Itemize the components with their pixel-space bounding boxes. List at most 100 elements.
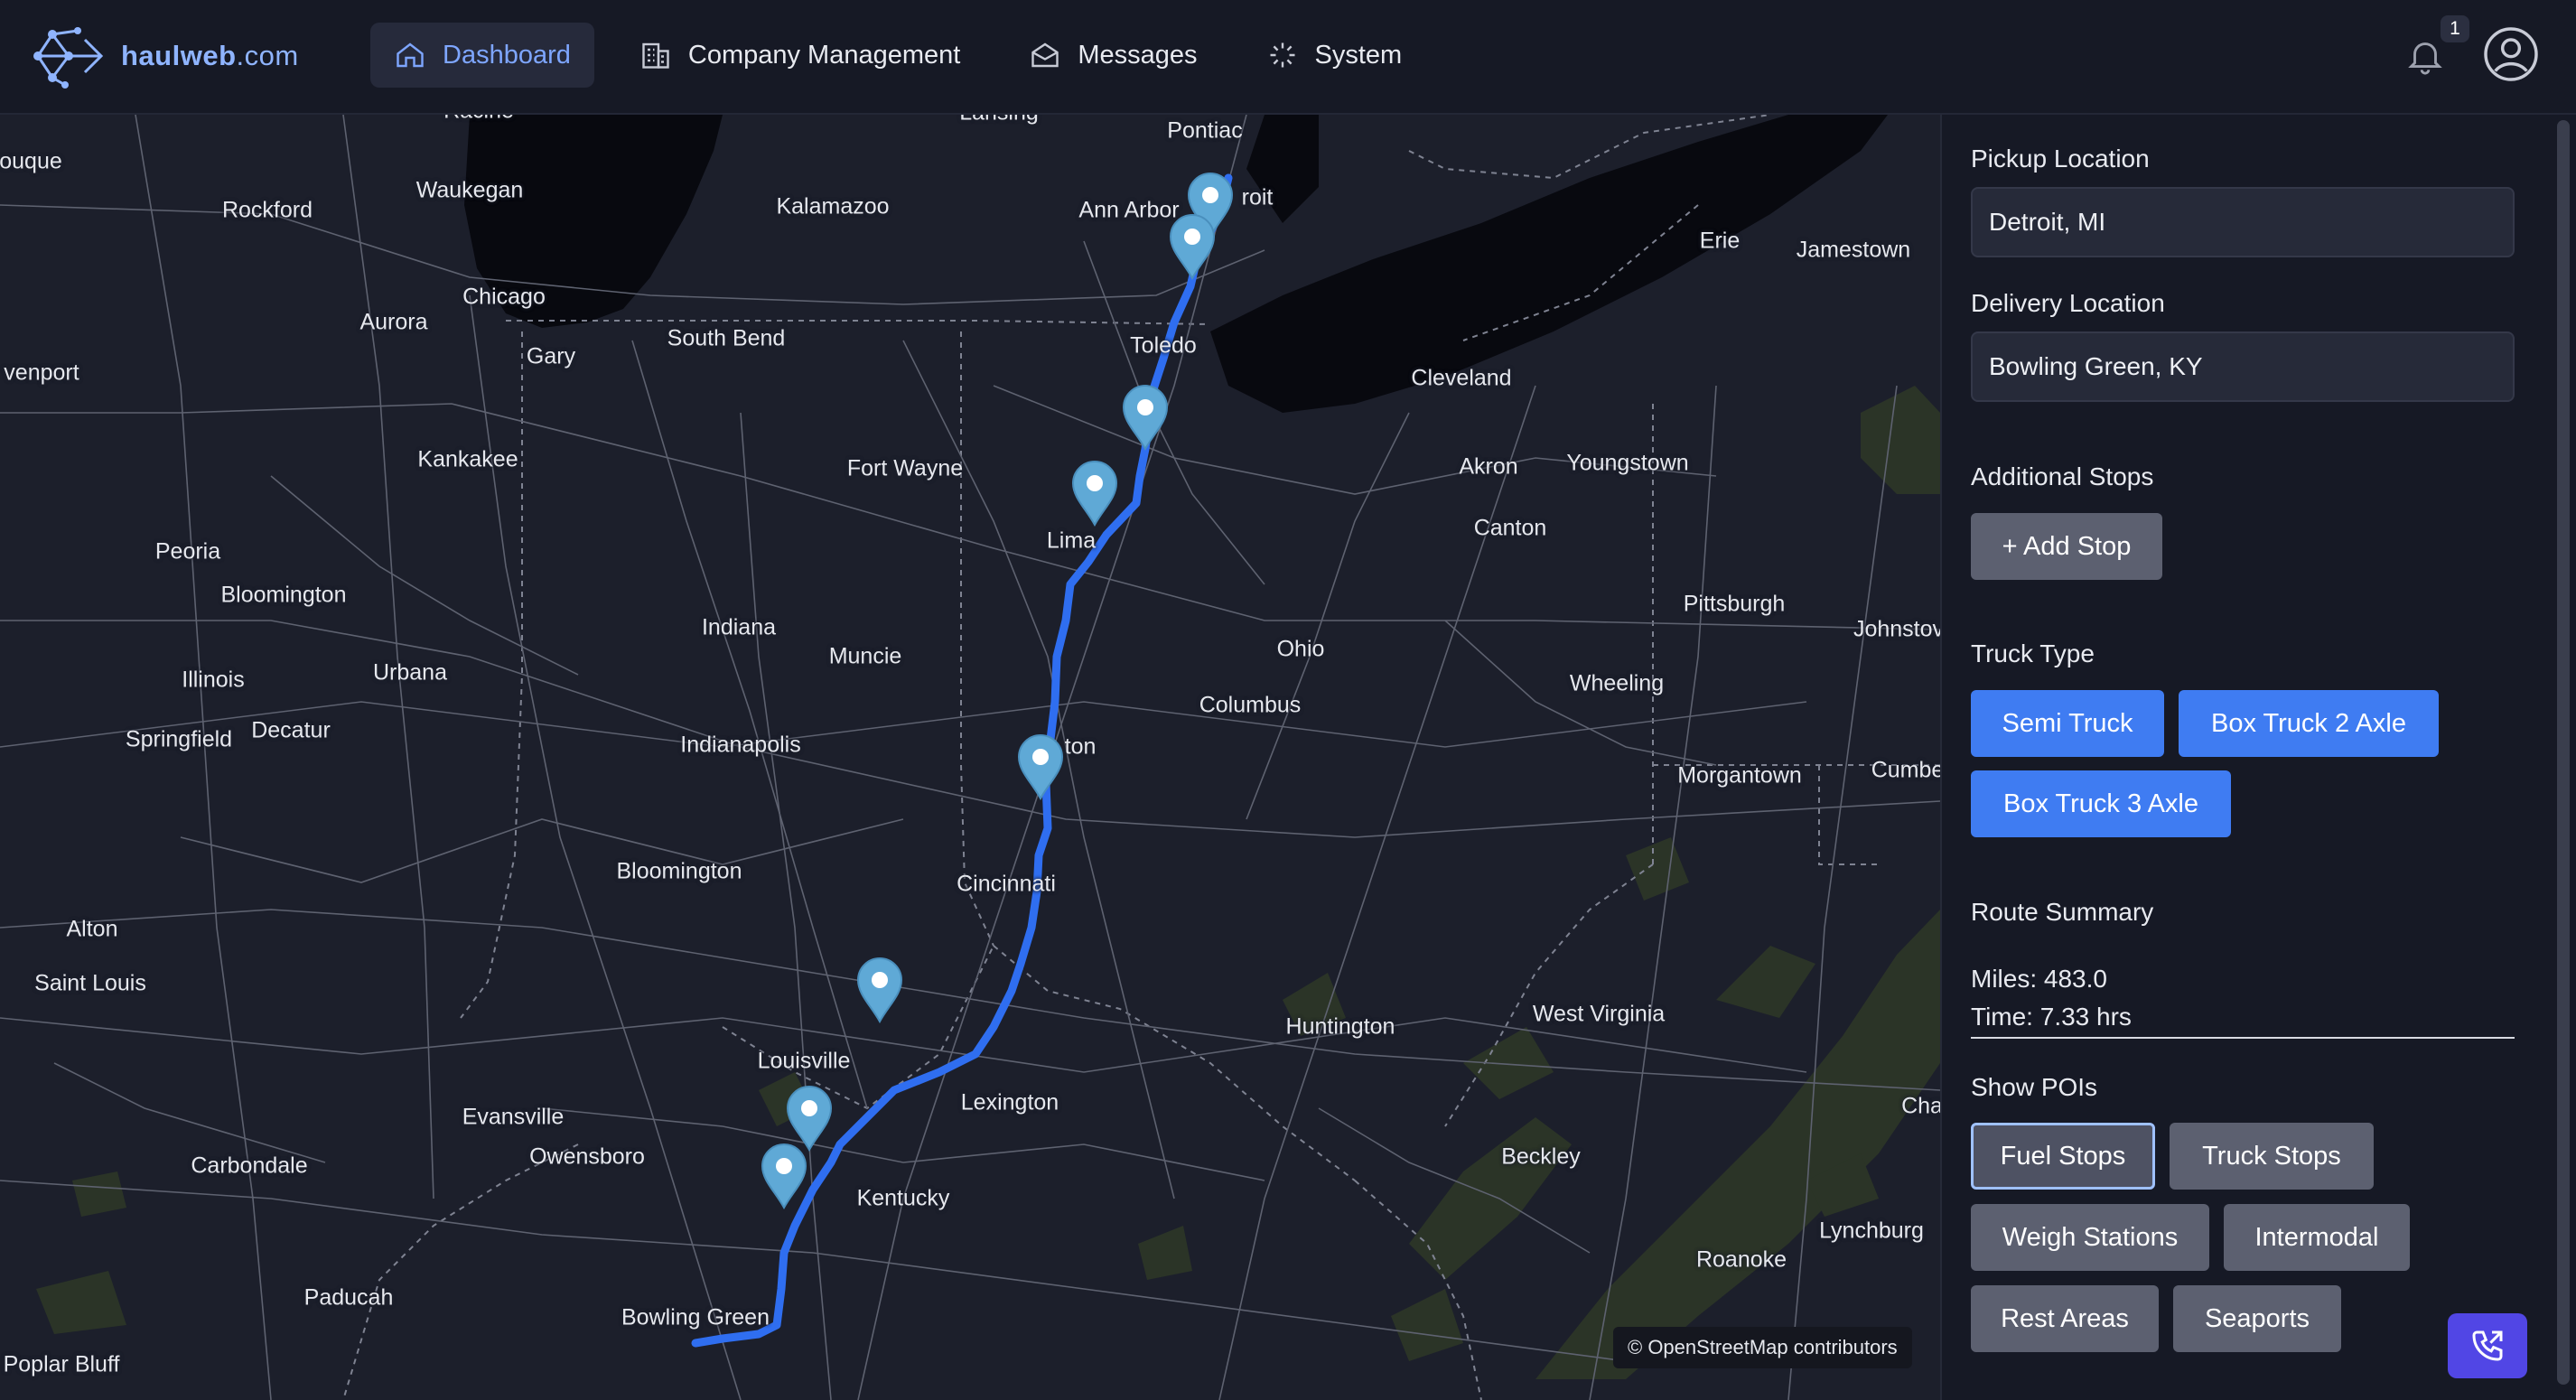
summary-divider xyxy=(1971,1037,2515,1039)
nav-dashboard-label: Dashboard xyxy=(443,40,571,70)
pickup-location-input[interactable]: Detroit, MI xyxy=(1971,187,2515,257)
panel-scrollbar[interactable] xyxy=(2551,115,2576,1400)
city-label: West Virginia xyxy=(1532,1001,1666,1027)
truck-option-box-2-axle[interactable]: Box Truck 2 Axle xyxy=(2179,690,2439,757)
map-pin-icon[interactable] xyxy=(1071,461,1118,527)
show-pois-label: Show POIs xyxy=(1971,1073,2098,1101)
add-stop-button[interactable]: + Add Stop xyxy=(1971,513,2162,580)
user-avatar-button[interactable] xyxy=(2482,25,2540,88)
city-label: Lynchburg xyxy=(1819,1218,1924,1244)
nav-company-label: Company Management xyxy=(687,40,961,70)
route-summary-label: Route Summary xyxy=(1971,898,2154,926)
city-label: Ohio xyxy=(1276,636,1325,662)
route-map[interactable]: Racine Lansing Pontiac ouque Waukegan Ro… xyxy=(0,115,1940,1400)
city-label: Gary xyxy=(526,343,576,369)
city-label: Ann Arbor xyxy=(1078,197,1180,223)
truck-type-label: Truck Type xyxy=(1971,639,2095,667)
pickup-label: Pickup Location xyxy=(1971,145,2150,173)
poi-intermodal[interactable]: Intermodal xyxy=(2224,1204,2410,1271)
poi-truck-stops[interactable]: Truck Stops xyxy=(2170,1123,2374,1190)
city-label: Huntington xyxy=(1285,1013,1395,1040)
map-pin-icon[interactable] xyxy=(1122,385,1169,452)
route-miles: Miles: 483.0 xyxy=(1971,965,2107,993)
nav-system[interactable]: System xyxy=(1243,23,1426,88)
city-label: Saint Louis xyxy=(34,970,146,996)
truck-option-semi[interactable]: Semi Truck xyxy=(1971,690,2164,757)
city-label: Cha xyxy=(1901,1093,1940,1119)
city-label: Morgantown xyxy=(1677,762,1802,789)
nav-messages[interactable]: Messages xyxy=(1005,23,1220,88)
brand-name-tld: .com xyxy=(236,40,299,71)
top-navigation-bar: haulweb.com Dashboard Company Management… xyxy=(0,0,2576,115)
city-label: Kankakee xyxy=(417,446,518,472)
scrollbar-thumb[interactable] xyxy=(2557,120,2570,1385)
city-label: Muncie xyxy=(828,643,902,669)
city-label: Evansville xyxy=(462,1104,565,1130)
delivery-location-input[interactable]: Bowling Green, KY xyxy=(1971,331,2515,402)
city-label: Aurora xyxy=(359,309,428,335)
poi-fuel-stops[interactable]: Fuel Stops xyxy=(1971,1123,2155,1190)
nav-company-management[interactable]: Company Management xyxy=(616,23,984,88)
building-icon xyxy=(642,42,669,69)
city-label: Wheeling xyxy=(1569,670,1665,696)
city-label: Kalamazoo xyxy=(776,193,890,219)
delivery-label: Delivery Location xyxy=(1971,289,2165,317)
nav-dashboard[interactable]: Dashboard xyxy=(370,23,594,88)
envelope-icon xyxy=(1031,42,1059,68)
main-nav: Dashboard Company Management Messages Sy… xyxy=(370,22,1425,89)
truck-option-box-3-axle[interactable]: Box Truck 3 Axle xyxy=(1971,770,2231,837)
brand-name-main: haulweb xyxy=(121,40,237,71)
call-support-button[interactable] xyxy=(2448,1313,2527,1378)
city-label: Cincinnati xyxy=(957,871,1056,897)
city-label: Rockford xyxy=(221,197,313,223)
city-label: Toledo xyxy=(1130,332,1197,359)
city-label: Paducah xyxy=(303,1284,394,1311)
city-label: Akron xyxy=(1459,453,1518,480)
map-pin-icon[interactable] xyxy=(761,1143,807,1210)
city-label: Lima xyxy=(1046,527,1097,554)
city-label: ouque xyxy=(0,148,62,174)
brand[interactable]: haulweb.com xyxy=(29,22,299,90)
city-label: Canton xyxy=(1473,515,1547,541)
poi-rest-areas[interactable]: Rest Areas xyxy=(1971,1285,2159,1352)
city-label: Louisville xyxy=(757,1048,851,1074)
map-pin-icon[interactable] xyxy=(1169,214,1216,281)
poi-weigh-stations[interactable]: Weigh Stations xyxy=(1971,1204,2209,1271)
nav-system-label: System xyxy=(1314,40,1403,70)
city-label: Cleveland xyxy=(1411,365,1512,391)
home-icon xyxy=(397,42,424,68)
bell-icon xyxy=(2408,42,2442,75)
city-label: Racine xyxy=(443,115,514,125)
poi-seaports[interactable]: Seaports xyxy=(2173,1285,2341,1352)
route-time: Time: 7.33 hrs xyxy=(1971,1003,2132,1031)
city-label: Erie xyxy=(1699,228,1741,254)
city-label: Peoria xyxy=(154,538,221,565)
city-label: Indiana xyxy=(701,614,777,640)
city-label: Springfield xyxy=(125,726,233,752)
city-label: Youngstown xyxy=(1566,450,1689,476)
brand-name: haulweb.com xyxy=(121,40,299,72)
notifications-button[interactable]: 1 xyxy=(2404,15,2469,77)
city-label: Pittsburgh xyxy=(1683,591,1786,617)
city-label: Alton xyxy=(66,916,118,942)
map-pin-icon[interactable] xyxy=(856,957,903,1024)
city-label: Roanoke xyxy=(1695,1246,1787,1273)
city-label: roit xyxy=(1241,184,1274,210)
map-attribution[interactable]: © OpenStreetMap contributors xyxy=(1613,1327,1912,1368)
city-label: Lexington xyxy=(960,1089,1059,1115)
city-label: Waukegan xyxy=(415,177,524,203)
city-label: Beckley xyxy=(1501,1143,1581,1170)
city-label: Columbus xyxy=(1199,692,1302,718)
loader-icon xyxy=(1270,42,1294,68)
app-root: haulweb.com Dashboard Company Management… xyxy=(0,0,2576,1400)
additional-stops-label: Additional Stops xyxy=(1971,462,2154,490)
topbar-actions: 1 xyxy=(2404,15,2540,90)
city-label: Bloomington xyxy=(220,582,347,608)
city-label: South Bend xyxy=(667,325,786,351)
route-planner-panel: Pickup Location Detroit, MI Delivery Loc… xyxy=(1940,115,2551,1400)
phone-call-icon xyxy=(2472,1330,2503,1361)
city-label: Bowling Green xyxy=(621,1304,770,1330)
map-pin-icon[interactable] xyxy=(1017,734,1064,801)
city-label: Chicago xyxy=(462,284,546,310)
city-label: Owensboro xyxy=(529,1143,645,1170)
